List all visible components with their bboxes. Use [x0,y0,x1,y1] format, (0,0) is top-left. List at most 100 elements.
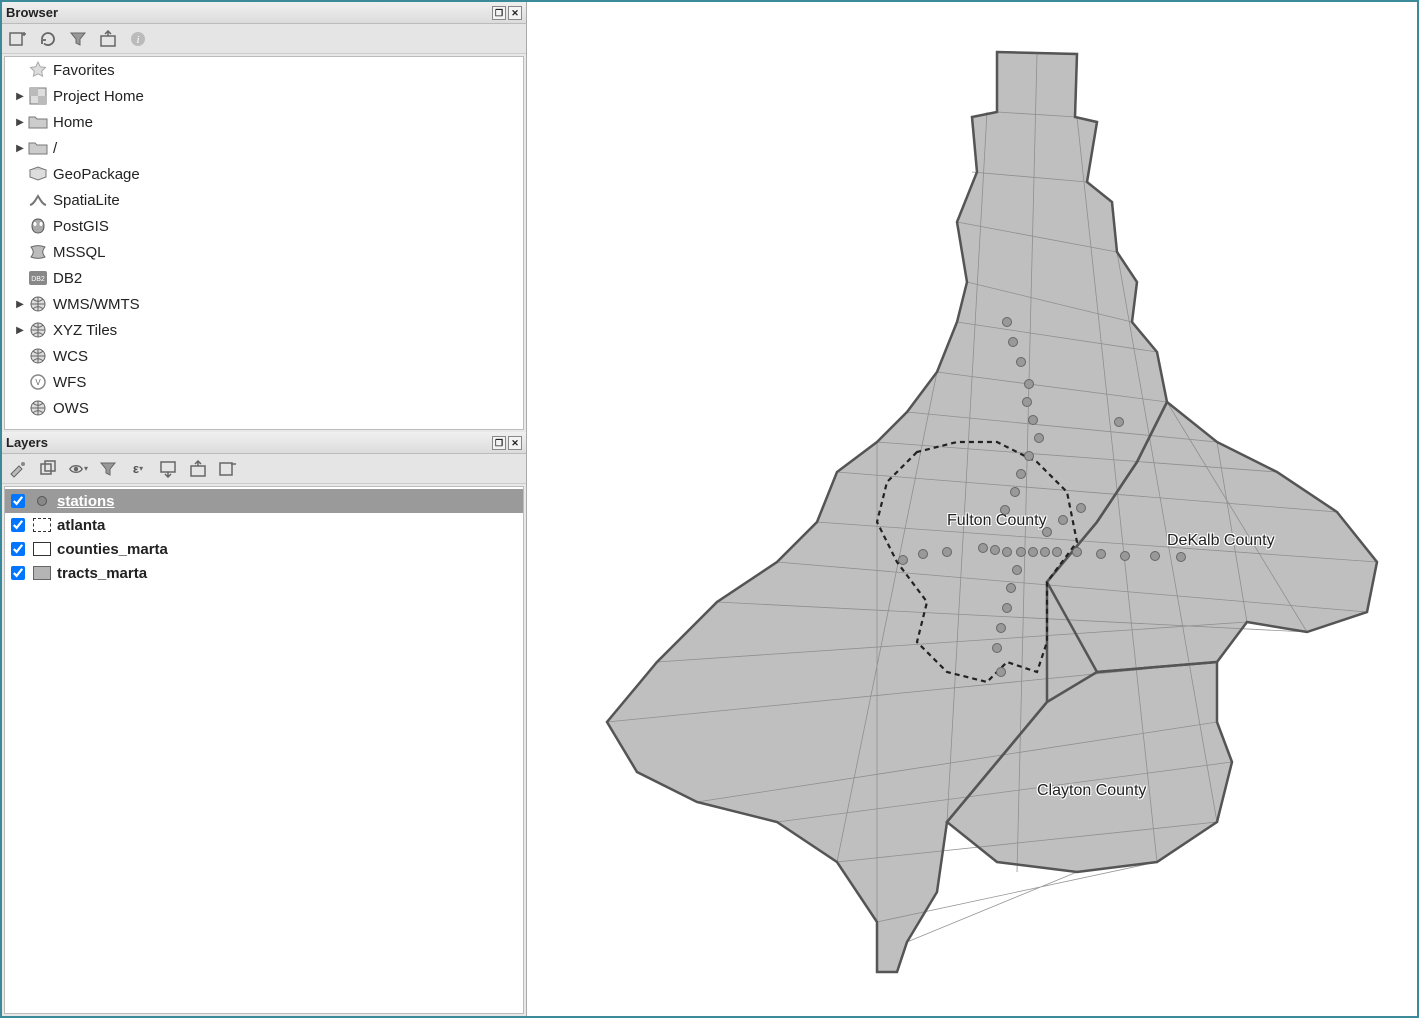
browser-item-spatialite[interactable]: SpatiaLite [5,187,523,213]
properties-icon[interactable]: i [128,29,148,49]
station-point[interactable] [996,623,1006,633]
expand-arrow-icon[interactable]: ▶ [13,325,27,336]
browser-item-xyz-tiles[interactable]: ▶ XYZ Tiles [5,317,523,343]
expand-arrow-icon[interactable]: ▶ [13,91,27,102]
svg-text:DB2: DB2 [31,276,45,283]
station-point[interactable] [1000,505,1010,515]
station-point[interactable] [1012,565,1022,575]
station-point[interactable] [1010,487,1020,497]
layers-panel-header[interactable]: Layers ❐ ✕ [2,432,526,454]
station-point[interactable] [1028,547,1038,557]
station-point[interactable] [942,547,952,557]
dashed-symbol-icon [33,518,51,532]
refresh-icon[interactable] [38,29,58,49]
left-side-panels: Browser ❐ ✕ i Favorites ▶Project Home▶Hom… [2,2,527,1016]
map-canvas[interactable]: Fulton CountyDeKalb CountyClayton County [527,2,1417,1016]
station-point[interactable] [1096,549,1106,559]
layer-row-tracts_marta[interactable]: tracts_marta [5,561,523,585]
station-point[interactable] [996,667,1006,677]
close-icon[interactable]: ✕ [508,436,522,450]
browser-item-db2[interactable]: DB2DB2 [5,265,523,291]
station-point[interactable] [1016,357,1026,367]
browser-item-geopackage[interactable]: GeoPackage [5,161,523,187]
station-point[interactable] [1022,397,1032,407]
station-point[interactable] [1176,552,1186,562]
postgis-icon [27,216,49,236]
browser-item-label: Favorites [53,62,115,79]
browser-tree[interactable]: Favorites ▶Project Home▶Home▶/ GeoPackage S… [4,56,524,430]
layer-visibility-checkbox[interactable] [11,494,25,508]
detach-icon[interactable]: ❐ [492,436,506,450]
detach-icon[interactable]: ❐ [492,6,506,20]
browser-panel-header[interactable]: Browser ❐ ✕ [2,2,526,24]
station-point[interactable] [1114,417,1124,427]
expand-arrow-icon[interactable]: ▶ [13,117,27,128]
expand-all-icon[interactable] [158,459,178,479]
browser-item-wfs[interactable]: VWFS [5,369,523,395]
expression-icon[interactable]: ε▾ [128,459,148,479]
browser-item-label: GeoPackage [53,166,140,183]
station-point[interactable] [1002,317,1012,327]
station-point[interactable] [990,545,1000,555]
station-point[interactable] [1042,527,1052,537]
station-point[interactable] [1028,415,1038,425]
station-point[interactable] [1016,469,1026,479]
station-point[interactable] [1024,379,1034,389]
add-group-icon[interactable] [38,459,58,479]
browser-item-wms-wmts[interactable]: ▶ WMS/WMTS [5,291,523,317]
visibility-icon[interactable]: ▾ [68,459,88,479]
station-point[interactable] [1002,603,1012,613]
station-point[interactable] [1052,547,1062,557]
station-point[interactable] [1076,503,1086,513]
layer-name-label: atlanta [57,517,105,534]
station-point[interactable] [1006,583,1016,593]
browser-item-ows[interactable]: OWS [5,395,523,421]
station-point[interactable] [1058,515,1068,525]
station-point[interactable] [1016,547,1026,557]
collapse-all-icon[interactable] [188,459,208,479]
filter-legend-icon[interactable] [98,459,118,479]
browser-item--[interactable]: ▶/ [5,135,523,161]
expand-arrow-icon[interactable]: ▶ [13,143,27,154]
style-icon[interactable] [8,459,28,479]
station-point[interactable] [1024,451,1034,461]
station-point[interactable] [992,643,1002,653]
layer-visibility-checkbox[interactable] [11,542,25,556]
globe-icon [27,398,49,418]
collapse-icon[interactable] [98,29,118,49]
station-point[interactable] [1002,547,1012,557]
station-point[interactable] [1120,551,1130,561]
layer-row-counties_marta[interactable]: counties_marta [5,537,523,561]
expand-arrow-icon[interactable]: ▶ [13,299,27,310]
close-icon[interactable]: ✕ [508,6,522,20]
browser-item-project-home[interactable]: ▶Project Home [5,83,523,109]
layer-row-stations[interactable]: stations [5,489,523,513]
station-point[interactable] [918,549,928,559]
browser-panel: Browser ❐ ✕ i Favorites ▶Project Home▶Hom… [2,2,526,432]
add-icon[interactable] [8,29,28,49]
browser-item-mssql[interactable]: MSSQL [5,239,523,265]
station-point[interactable] [1008,337,1018,347]
browser-item-favorites[interactable]: Favorites [5,57,523,83]
outline-symbol-icon [33,542,51,556]
station-point[interactable] [978,543,988,553]
station-point[interactable] [1150,551,1160,561]
filter-icon[interactable] [68,29,88,49]
remove-layer-icon[interactable] [218,459,238,479]
layers-list[interactable]: stations atlanta counties_marta tracts_mart… [4,486,524,1014]
layer-visibility-checkbox[interactable] [11,518,25,532]
browser-item-label: XYZ Tiles [53,322,117,339]
browser-item-postgis[interactable]: PostGIS [5,213,523,239]
browser-item-home[interactable]: ▶Home [5,109,523,135]
browser-panel-title: Browser [6,5,490,20]
station-point[interactable] [1040,547,1050,557]
layer-visibility-checkbox[interactable] [11,566,25,580]
station-point[interactable] [1072,547,1082,557]
browser-item-wcs[interactable]: WCS [5,343,523,369]
station-point[interactable] [1034,433,1044,443]
browser-item-label: WMS/WMTS [53,296,140,313]
layer-row-atlanta[interactable]: atlanta [5,513,523,537]
station-point[interactable] [898,555,908,565]
layer-name-label: tracts_marta [57,565,147,582]
globe-icon [27,320,49,340]
